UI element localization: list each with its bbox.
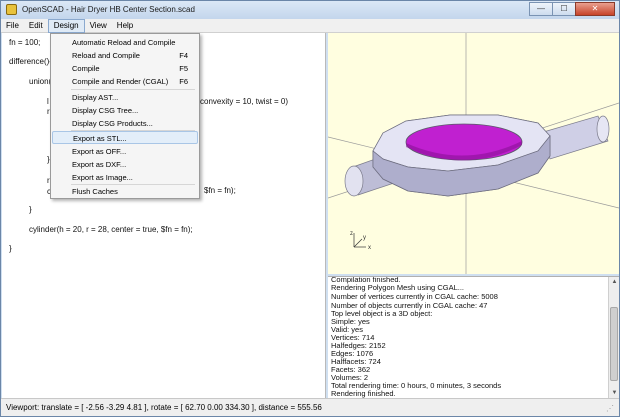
code-line: cylinder(h = 20, r = 28, center = true, … (29, 225, 193, 234)
menu-edit[interactable]: Edit (24, 19, 48, 33)
menu-bar: File Edit Design View Help (1, 19, 619, 33)
window-title: OpenSCAD - Hair Dryer HB Center Section.… (22, 5, 195, 14)
minimize-button[interactable]: — (529, 2, 553, 16)
menu-item-display-ast[interactable]: Display AST... (52, 91, 198, 104)
scroll-down-arrow-icon[interactable]: ▼ (610, 389, 619, 398)
title-bar: OpenSCAD - Hair Dryer HB Center Section.… (1, 1, 619, 19)
menu-item-export-stl[interactable]: Export as STL... (52, 131, 198, 144)
console-line: Rendering Polygon Mesh using CGAL... (331, 283, 464, 292)
viewport-status: Viewport: translate = [ -2.56 -3.29 4.81… (6, 403, 322, 412)
menu-help[interactable]: Help (112, 19, 138, 33)
ring-body (372, 114, 551, 197)
console-line: Rendering finished. (331, 389, 396, 398)
resize-grip-icon[interactable]: ⋰ (606, 404, 616, 414)
console-scrollbar[interactable]: ▲ ▼ (608, 277, 619, 398)
axis-label-z: z (350, 231, 353, 237)
menu-item-display-csg-products[interactable]: Display CSG Products... (52, 117, 198, 130)
menu-item-compile[interactable]: Compile F5 (52, 62, 198, 75)
openscad-app-icon (6, 4, 17, 15)
axis-label-x: x (368, 245, 371, 251)
menu-separator (71, 89, 195, 90)
close-button[interactable]: ✕ (575, 2, 615, 16)
code-line: fn = 100; (9, 38, 41, 47)
design-menu-dropdown: Automatic Reload and Compile Reload and … (50, 33, 200, 199)
3d-viewport[interactable]: z x y (328, 33, 619, 274)
menu-view[interactable]: View (85, 19, 112, 33)
status-bar: Viewport: translate = [ -2.56 -3.29 4.81… (1, 398, 619, 416)
axis-indicator: z x y (350, 231, 371, 251)
axis-label-y: y (363, 235, 366, 241)
menu-item-automatic-reload[interactable]: Automatic Reload and Compile (52, 36, 198, 49)
menu-file[interactable]: File (1, 19, 24, 33)
model-render: z x y (328, 33, 619, 274)
maximize-button[interactable]: ☐ (552, 2, 576, 16)
code-line: convexity = 10, twist = 0) (200, 97, 289, 106)
code-line: } (29, 205, 32, 214)
menu-item-export-off[interactable]: Export as OFF... (52, 145, 198, 158)
console-line: Number of vertices currently in CGAL cac… (331, 292, 498, 301)
window-controls: — ☐ ✕ (529, 2, 615, 17)
code-line: union( (29, 77, 52, 86)
openscad-window: OpenSCAD - Hair Dryer HB Center Section.… (0, 0, 620, 417)
menu-design[interactable]: Design (47, 19, 85, 33)
console-panel[interactable]: Compilation finished. Rendering Polygon … (328, 276, 619, 398)
menu-item-compile-render[interactable]: Compile and Render (CGAL) F6 (52, 75, 198, 88)
menu-item-flush-caches[interactable]: Flush Caches (52, 185, 198, 198)
menu-item-export-image[interactable]: Export as Image... (52, 171, 198, 184)
code-line: l (47, 97, 49, 106)
code-line: } (9, 244, 12, 253)
scroll-thumb[interactable] (610, 307, 618, 381)
code-line: $fn = fn); (204, 186, 236, 195)
menu-item-display-csg-tree[interactable]: Display CSG Tree... (52, 104, 198, 117)
code-line: difference(){ (9, 57, 52, 66)
menu-item-export-dxf[interactable]: Export as DXF... (52, 158, 198, 171)
scroll-up-arrow-icon[interactable]: ▲ (610, 278, 619, 287)
menu-item-reload-compile[interactable]: Reload and Compile F4 (52, 49, 198, 62)
